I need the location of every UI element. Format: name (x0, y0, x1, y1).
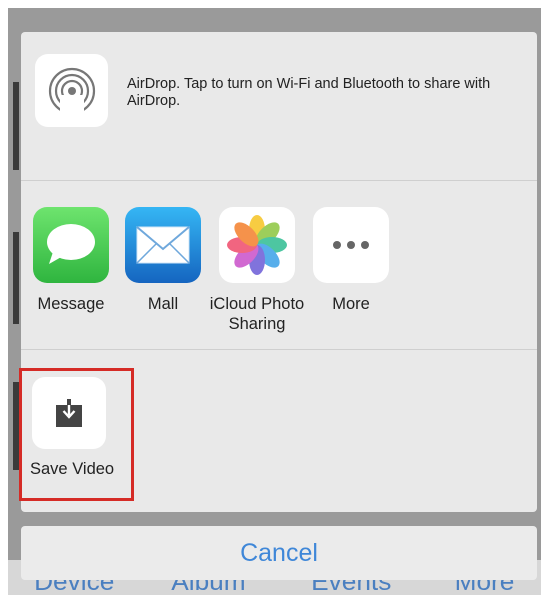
app-label-mail: Mall (147, 295, 179, 313)
airdrop-icon[interactable] (35, 54, 108, 127)
airdrop-description: AirDrop. Tap to turn on Wi-Fi and Blueto… (127, 76, 491, 109)
photos-icon[interactable] (219, 207, 295, 283)
app-label-message: Message (37, 295, 105, 313)
app-label-more: More (332, 295, 370, 313)
cancel-label: Cancel (240, 538, 318, 567)
app-label-icloud-photo-sharing: iCloud Photo Sharing (209, 295, 305, 333)
more-icon[interactable] (313, 207, 389, 283)
divider (21, 180, 537, 181)
divider (21, 349, 537, 350)
background-edge (13, 82, 19, 170)
messages-icon[interactable] (33, 207, 109, 283)
mail-icon[interactable] (125, 207, 201, 283)
background-edge (13, 232, 19, 324)
highlight-box (19, 368, 134, 501)
cancel-button[interactable]: Cancel (21, 526, 537, 580)
